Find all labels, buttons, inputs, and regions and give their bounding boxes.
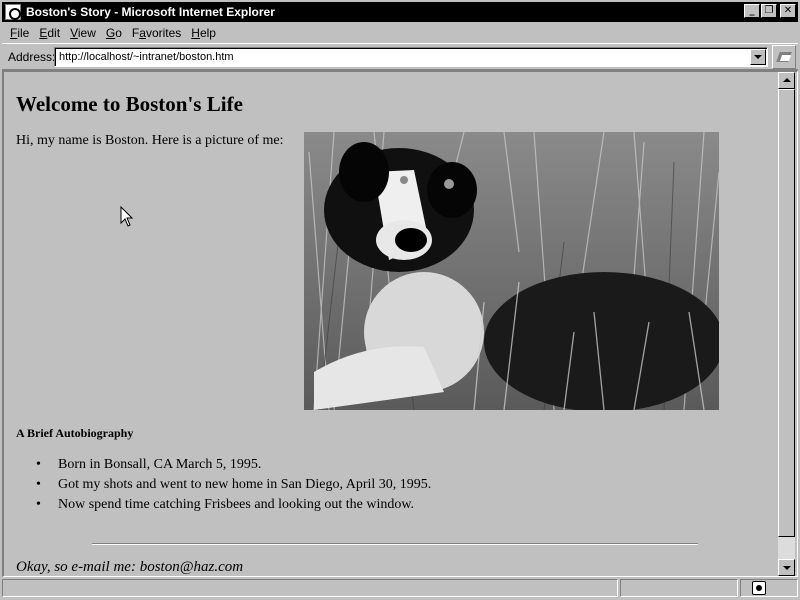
window-controls: _ ❐ ✕ (743, 4, 796, 18)
ie-go-icon[interactable] (772, 45, 796, 69)
list-item: Born in Bonsall, CA March 5, 1995. (34, 457, 431, 477)
puppy-photo (304, 132, 719, 410)
puppy-photo-graphic (304, 132, 719, 410)
browser-window: Boston's Story - Microsoft Internet Expl… (0, 0, 800, 600)
minimize-button[interactable]: _ (744, 4, 760, 18)
list-item: Now spend time catching Frisbees and loo… (34, 497, 431, 517)
list-item: Got my shots and went to new home in San… (34, 477, 431, 497)
title-bar[interactable]: Boston's Story - Microsoft Internet Expl… (2, 2, 798, 22)
status-progress-pane (620, 579, 738, 597)
scroll-up-button[interactable] (778, 72, 795, 89)
email-line[interactable]: Okay, so e-mail me: boston@haz.com (16, 559, 243, 576)
ie-document-icon[interactable] (5, 4, 21, 20)
menu-edit[interactable]: Edit (34, 26, 65, 40)
menu-help[interactable]: Help (186, 26, 221, 40)
restore-button[interactable]: ❐ (761, 4, 777, 18)
internet-zone-icon (752, 581, 766, 595)
mouse-pointer-icon (120, 206, 134, 227)
close-button[interactable]: ✕ (780, 4, 796, 18)
window-title: Boston's Story - Microsoft Internet Expl… (26, 5, 275, 19)
menu-view[interactable]: View (65, 26, 101, 40)
status-bar (2, 578, 798, 598)
menu-favorites[interactable]: Favorites (127, 26, 186, 40)
chevron-down-icon[interactable] (750, 49, 766, 65)
status-text-pane (2, 579, 618, 597)
address-input[interactable]: http://localhost/~intranet/boston.htm (54, 47, 768, 67)
vertical-scrollbar[interactable] (778, 72, 795, 576)
section-title: A Brief Autobiography (16, 426, 134, 440)
address-label: Address: (8, 49, 56, 64)
scroll-thumb[interactable] (778, 89, 795, 537)
page-title: Welcome to Boston's Life (16, 92, 243, 116)
horizontal-rule (92, 543, 698, 545)
scroll-down-button[interactable] (778, 559, 795, 576)
status-zone-pane (740, 579, 798, 597)
address-bar: Address: http://localhost/~intranet/bost… (2, 43, 798, 70)
page-content[interactable]: Welcome to Boston's Life Hi, my name is … (4, 72, 778, 576)
menu-file[interactable]: File (2, 26, 34, 40)
menu-bar: File Edit View Go Favorites Help (2, 23, 798, 42)
intro-text: Hi, my name is Boston. Here is a picture… (16, 133, 284, 148)
menu-go[interactable]: Go (101, 26, 127, 40)
bio-list: Born in Bonsall, CA March 5, 1995. Got m… (34, 457, 431, 517)
